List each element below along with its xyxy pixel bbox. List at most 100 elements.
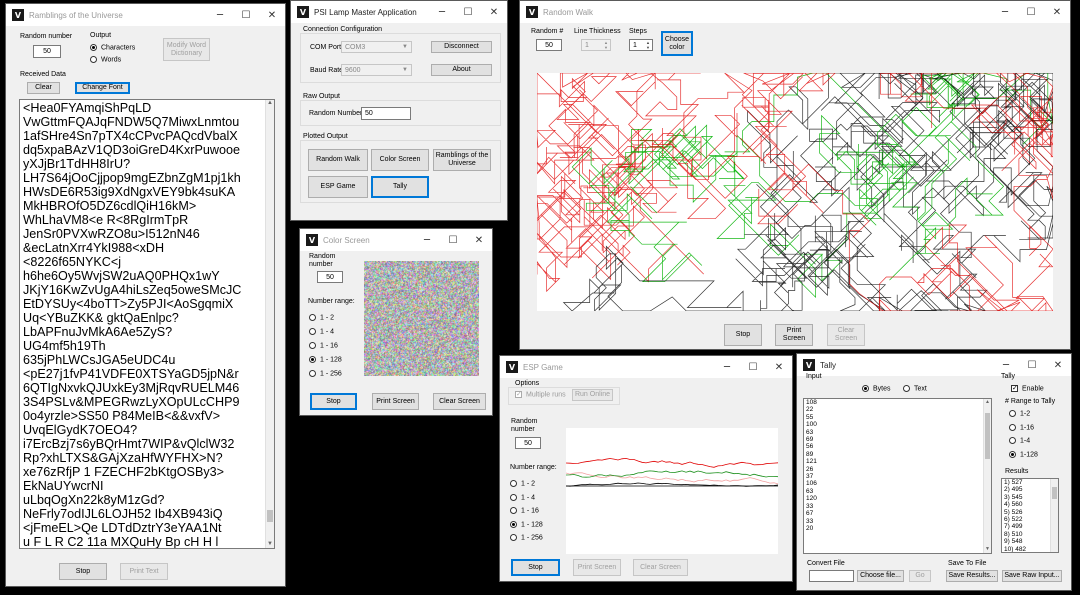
go-button[interactable]: Go [909,570,931,582]
choose-color-button[interactable]: Choose color [661,31,693,56]
change-font-button[interactable]: Change Font [75,82,130,94]
stop-button[interactable]: Stop [59,563,107,580]
stop-button[interactable]: Stop [511,559,560,576]
received-text-area[interactable]: <Hea0FYAmqiShPqLD VwGttmFQAJqFNDW5Q7MiwxL… [19,99,275,549]
maximize-icon[interactable]: ☐ [455,1,481,23]
minimize-icon[interactable]: ─ [414,229,440,251]
range-option[interactable]: 1 - 16 [309,342,338,349]
scroll-up-icon[interactable]: ▲ [985,399,990,406]
range-option[interactable]: 1-4 [1009,437,1030,444]
scrollbar-thumb[interactable] [1052,487,1057,499]
app-icon: V [803,359,815,371]
save-raw-input-button[interactable]: Save Raw Input... [1002,570,1062,582]
range-option[interactable]: 1 - 256 [510,534,543,541]
multiple-runs-checkbox[interactable]: ✓ Multiple runs [515,391,566,398]
esp-titlebar[interactable]: V ESP Game ─ ☐ ✕ [500,356,792,378]
random-number-field[interactable]: 50 [317,271,343,283]
input-list[interactable]: 108 22 55 100 63 69 56 89 121 26 37 106 63 120 33 67 33 2… [803,398,992,554]
choose-file-button[interactable]: Choose file... [857,570,904,582]
file-path-field[interactable] [809,570,854,582]
print-screen-button[interactable]: Print Screen [372,393,419,410]
save-to-file-label: Save To File [948,560,987,567]
random-number-field[interactable]: 50 [361,107,411,120]
close-icon[interactable]: ✕ [1044,1,1070,23]
minimize-icon[interactable]: ─ [207,4,233,26]
random-field[interactable]: 50 [536,39,562,51]
minimize-icon[interactable]: ─ [429,1,455,23]
maximize-icon[interactable]: ☐ [440,229,466,251]
baud-rate-select[interactable]: 9600 ▼ [341,64,412,76]
range-option[interactable]: 1-2 [1009,410,1030,417]
scroll-up-icon[interactable]: ▲ [267,100,273,107]
color-titlebar[interactable]: V Color Screen ─ ☐ ✕ [300,229,492,251]
range-option[interactable]: 1-128 [1009,450,1038,458]
close-icon[interactable]: ✕ [481,1,507,23]
tally-titlebar[interactable]: V Tally ─ ☐ ✕ [797,354,1071,376]
spinner-icon: ▲ ▼ [604,40,608,50]
steps-stepper[interactable]: 1 ▲ ▼ [629,39,653,51]
stop-button[interactable]: Stop [724,324,762,346]
bytes-option[interactable]: Bytes [862,385,891,392]
close-icon[interactable]: ✕ [259,4,285,26]
maximize-icon[interactable]: ☐ [740,356,766,378]
close-icon[interactable]: ✕ [766,356,792,378]
ramblings-button[interactable]: Ramblings of the Universe [433,149,491,171]
random-walk-button[interactable]: Random Walk [308,149,368,171]
com-port-select[interactable]: COM3 ▼ [341,41,412,53]
random-walk-canvas[interactable] [537,73,1053,311]
disconnect-button[interactable]: Disconnect [431,41,492,53]
clear-button[interactable]: Clear [27,82,60,94]
print-text-button[interactable]: Print Text [120,563,168,580]
range-option[interactable]: 1 - 2 [309,314,334,321]
run-online-button[interactable]: Run Online [572,389,613,401]
spinner-icon: ▲ ▼ [646,40,650,50]
text-option[interactable]: Text [903,385,927,392]
color-screen-button[interactable]: Color Screen [371,149,429,171]
range-option[interactable]: 1 - 256 [309,370,342,377]
option-characters-label: Characters [101,44,136,52]
radio-icon [309,314,316,321]
range-option[interactable]: 1-16 [1009,423,1034,431]
save-results-button[interactable]: Save Results... [946,570,998,582]
range-option[interactable]: 1 - 2 [510,480,535,487]
about-button[interactable]: About [431,64,492,76]
results-list[interactable]: 1) 527 2) 495 3) 545 4) 560 5) 526 6) 522 7) 4… [1001,478,1059,553]
maximize-icon[interactable]: ☐ [1019,354,1045,376]
clear-screen-button[interactable]: Clear Screen [633,559,688,576]
scroll-down-icon[interactable]: ▼ [267,541,273,548]
walk-titlebar[interactable]: V Random Walk ─ ☐ ✕ [520,1,1070,23]
minimize-icon[interactable]: ─ [714,356,740,378]
range-option[interactable]: 1 - 128 [309,356,342,363]
scroll-down-icon[interactable]: ▼ [985,546,990,553]
ramblings-titlebar[interactable]: V Ramblings of the Universe ─ ☐ ✕ [6,4,285,26]
maximize-icon[interactable]: ☐ [1018,1,1044,23]
print-screen-button[interactable]: Print Screen [775,324,813,346]
range-option[interactable]: 1 - 16 [510,507,539,514]
option-characters[interactable]: Characters [90,44,135,51]
clear-screen-button[interactable]: Clear Screen [827,324,865,346]
stop-button[interactable]: Stop [310,393,357,410]
random-number-field[interactable]: 50 [33,45,61,58]
random-number-field[interactable]: 50 [515,437,541,449]
maximize-icon[interactable]: ☐ [233,4,259,26]
psi-titlebar[interactable]: V PSI Lamp Master Application ─ ☐ ✕ [291,1,507,23]
range-option[interactable]: 1 - 128 [510,520,543,528]
modify-dictionary-button[interactable]: Modify Word Dictionary [163,38,210,61]
print-screen-button[interactable]: Print Screen [573,559,621,576]
text-line: EkNaUYwcrNI [23,479,104,493]
line-thickness-stepper[interactable]: 1 ▲ ▼ [581,39,611,51]
minimize-icon[interactable]: ─ [992,1,1018,23]
text-line: 635jPhLWCsJGA5eUDC4u [23,353,176,367]
range-option[interactable]: 1 - 4 [510,493,535,501]
close-icon[interactable]: ✕ [466,229,492,251]
range-option[interactable]: 1 - 4 [309,328,334,335]
close-icon[interactable]: ✕ [1045,354,1071,376]
steps-value: 1 [633,41,637,49]
enable-checkbox[interactable]: ✓ Enable [1011,385,1044,392]
esp-game-button[interactable]: ESP Game [308,176,368,198]
scrollbar-thumb[interactable] [985,413,990,459]
tally-button[interactable]: Tally [371,176,429,198]
scrollbar-thumb[interactable] [267,510,273,522]
clear-screen-button[interactable]: Clear Screen [433,393,486,410]
option-words[interactable]: Words [90,56,121,63]
